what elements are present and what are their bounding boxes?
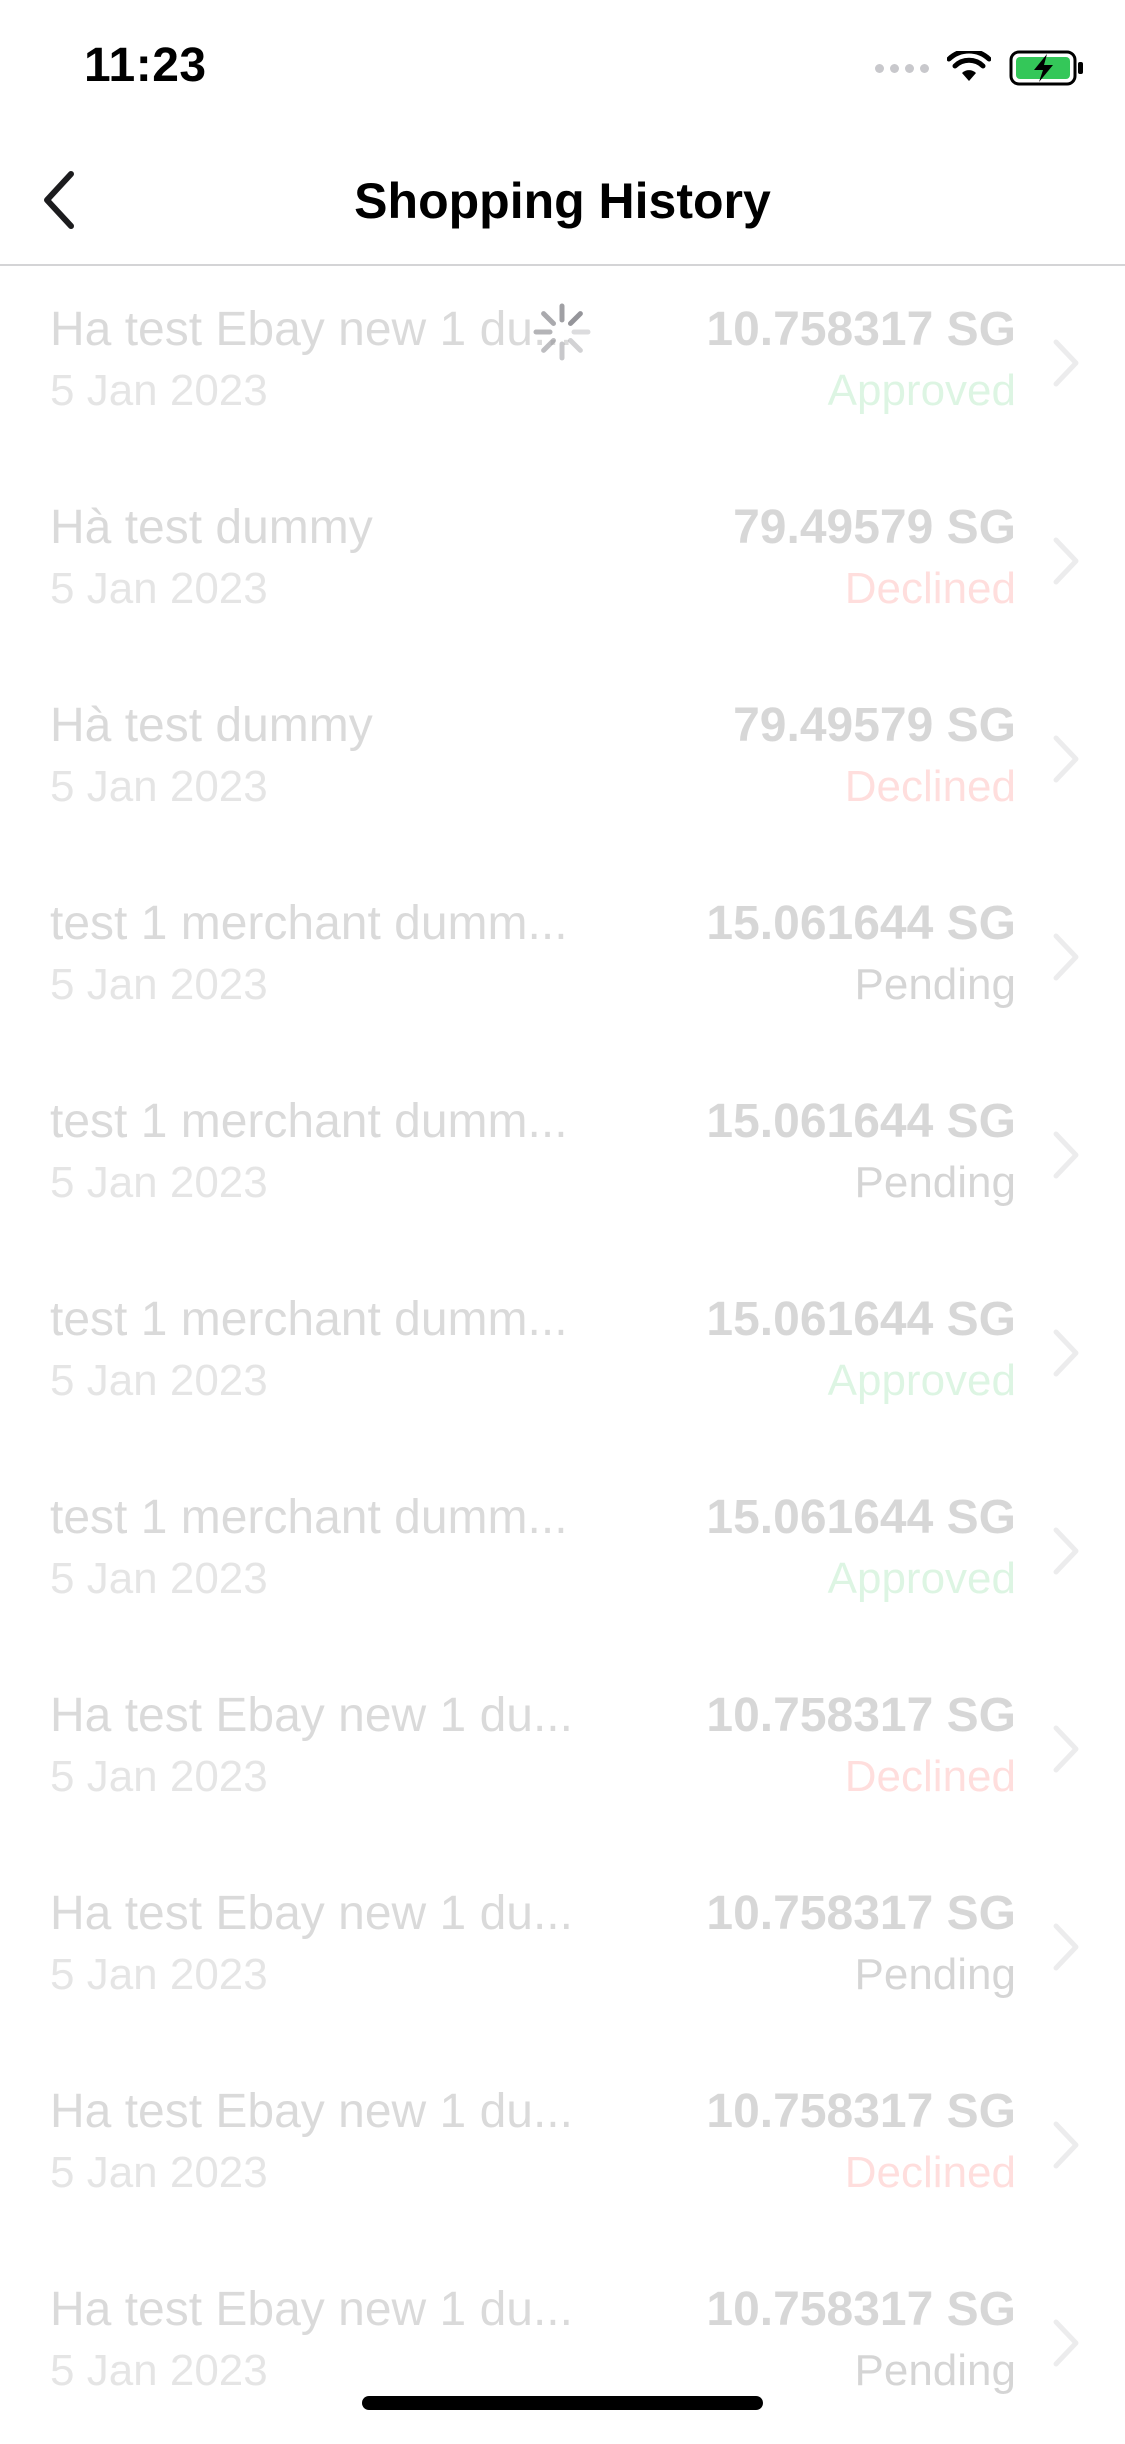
- purchase-date: 5 Jan 2023: [50, 564, 268, 613]
- purchase-row[interactable]: Ha test Ebay new 1 du... 5 Jan 2023 10.758…: [0, 1850, 1125, 2048]
- battery-charging-icon: [1009, 50, 1083, 86]
- purchase-status: Approved: [827, 1554, 1016, 1603]
- purchase-row[interactable]: Ha test Ebay new 1 du... 5 Jan 2023 10.758…: [0, 2048, 1125, 2246]
- purchase-name: test 1 merchant dumm...: [50, 1293, 568, 1346]
- purchase-amount: 15.061644 SG: [706, 1095, 1016, 1148]
- purchase-row[interactable]: Hà test dummy 5 Jan 2023 79.49579 SG Declin…: [0, 464, 1125, 662]
- chevron-right-icon: [1053, 339, 1079, 387]
- purchase-name: Hà test dummy: [50, 501, 373, 554]
- purchase-date: 5 Jan 2023: [50, 1554, 268, 1603]
- purchase-row[interactable]: test 1 merchant dumm... 5 Jan 2023 15.0616…: [0, 1256, 1125, 1454]
- purchase-amount: 10.758317 SG: [706, 303, 1016, 356]
- purchase-status: Pending: [854, 2346, 1016, 2395]
- status-time: 11:23: [84, 39, 207, 92]
- purchase-status: Declined: [844, 564, 1016, 613]
- chevron-right-icon: [1053, 1131, 1079, 1179]
- purchase-date: 5 Jan 2023: [50, 366, 268, 415]
- page-title: Shopping History: [354, 173, 771, 229]
- home-indicator: [362, 2396, 763, 2410]
- cellular-signal-icon: [875, 63, 929, 73]
- purchase-name: Hà test dummy: [50, 699, 373, 752]
- purchase-amount: 10.758317 SG: [706, 2283, 1016, 2336]
- purchase-name: Ha test Ebay new 1 du...: [50, 303, 573, 356]
- purchase-name: Ha test Ebay new 1 du...: [50, 2283, 573, 2336]
- purchase-date: 5 Jan 2023: [50, 762, 268, 811]
- purchase-amount: 15.061644 SG: [706, 897, 1016, 950]
- chevron-right-icon: [1053, 1725, 1079, 1773]
- purchase-name: Ha test Ebay new 1 du...: [50, 2085, 573, 2138]
- status-icons: [875, 50, 1085, 86]
- status-bar: 11:23: [0, 0, 1125, 140]
- purchase-amount: 79.49579 SG: [733, 699, 1016, 752]
- wifi-icon: [947, 51, 991, 81]
- chevron-right-icon: [1053, 537, 1079, 585]
- purchase-date: 5 Jan 2023: [50, 960, 268, 1009]
- purchase-amount: 79.49579 SG: [733, 501, 1016, 554]
- purchase-row[interactable]: Ha test Ebay new 1 du... 5 Jan 2023 10.758…: [0, 1652, 1125, 1850]
- purchase-amount: 15.061644 SG: [706, 1293, 1016, 1346]
- purchase-status: Pending: [854, 1158, 1016, 1207]
- purchase-status: Approved: [827, 366, 1016, 415]
- purchase-amount: 15.061644 SG: [706, 1491, 1016, 1544]
- chevron-right-icon: [1053, 933, 1079, 981]
- purchase-date: 5 Jan 2023: [50, 1752, 268, 1801]
- purchase-row[interactable]: test 1 merchant dumm... 5 Jan 2023 15.0616…: [0, 860, 1125, 1058]
- chevron-right-icon: [1053, 735, 1079, 783]
- purchase-amount: 10.758317 SG: [706, 2085, 1016, 2138]
- navigation-bar: Shopping History: [0, 140, 1125, 266]
- purchase-status: Pending: [854, 960, 1016, 1009]
- purchase-row[interactable]: Hà test dummy 5 Jan 2023 79.49579 SG Declin…: [0, 662, 1125, 860]
- purchase-name: Ha test Ebay new 1 du...: [50, 1689, 573, 1742]
- purchase-name: test 1 merchant dumm...: [50, 1491, 568, 1544]
- purchase-name: test 1 merchant dumm...: [50, 1095, 568, 1148]
- purchase-status: Declined: [844, 762, 1016, 811]
- purchase-amount: 10.758317 SG: [706, 1689, 1016, 1742]
- chevron-right-icon: [1053, 1329, 1079, 1377]
- purchase-status: Approved: [827, 1356, 1016, 1405]
- purchase-date: 5 Jan 2023: [50, 2346, 268, 2395]
- purchase-status: Declined: [844, 1752, 1016, 1801]
- chevron-right-icon: [1053, 1527, 1079, 1575]
- purchase-date: 5 Jan 2023: [50, 1356, 268, 1405]
- chevron-right-icon: [1053, 2121, 1079, 2169]
- purchase-name: test 1 merchant dumm...: [50, 897, 568, 950]
- purchase-date: 5 Jan 2023: [50, 1950, 268, 1999]
- chevron-right-icon: [1053, 1923, 1079, 1971]
- purchase-status: Declined: [844, 2148, 1016, 2197]
- purchase-amount: 10.758317 SG: [706, 1887, 1016, 1940]
- purchase-row[interactable]: test 1 merchant dumm... 5 Jan 2023 15.0616…: [0, 1058, 1125, 1256]
- loading-spinner-icon: [533, 303, 591, 361]
- purchase-name: Ha test Ebay new 1 du...: [50, 1887, 573, 1940]
- purchase-list: Ha test Ebay new 1 du... 5 Jan 2023 10.758…: [0, 266, 1125, 2444]
- purchase-date: 5 Jan 2023: [50, 1158, 268, 1207]
- purchase-row[interactable]: Ha test Ebay new 1 du... 5 Jan 2023 10.758…: [0, 2246, 1125, 2444]
- purchase-row[interactable]: test 1 merchant dumm... 5 Jan 2023 15.0616…: [0, 1454, 1125, 1652]
- purchase-row[interactable]: Ha test Ebay new 1 du... 5 Jan 2023 10.758…: [0, 266, 1125, 464]
- purchase-status: Pending: [854, 1950, 1016, 1999]
- purchase-date: 5 Jan 2023: [50, 2148, 268, 2197]
- chevron-right-icon: [1053, 2319, 1079, 2367]
